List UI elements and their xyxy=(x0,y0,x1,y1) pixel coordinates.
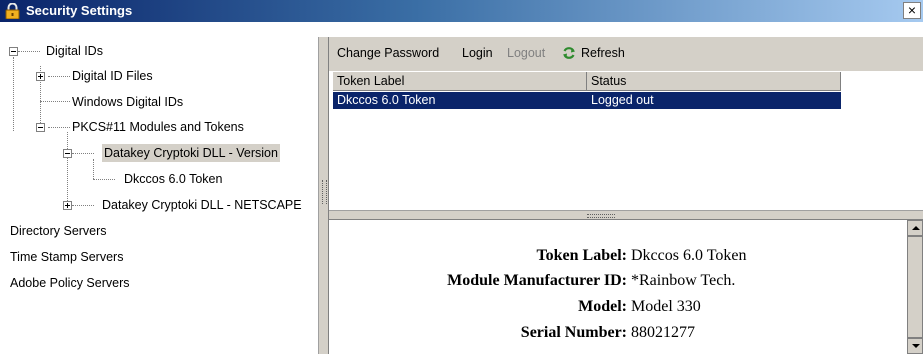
tree-item-datakey-version[interactable]: Datakey Cryptoki DLL - Version xyxy=(102,142,280,164)
collapse-toggle-digital-ids[interactable] xyxy=(9,47,18,56)
tree-item-label: PKCS#11 Modules and Tokens xyxy=(72,120,244,134)
tree-item-dkccos-token[interactable]: Dkccos 6.0 Token xyxy=(124,168,222,190)
column-header-token-label[interactable]: Token Label xyxy=(333,72,587,91)
tree-connector xyxy=(93,159,94,179)
tree-item-label: Time Stamp Servers xyxy=(10,250,124,264)
token-details-panel: Token Label: Dkccos 6.0 Token Module Man… xyxy=(329,220,907,354)
tree-item-windows-digital-ids[interactable]: Windows Digital IDs xyxy=(72,91,183,113)
logout-button[interactable]: Logout xyxy=(507,46,545,60)
security-tree: Digital IDs Digital ID Files Windows Dig… xyxy=(0,37,318,354)
tree-item-adobe-policy-servers[interactable]: Adobe Policy Servers xyxy=(10,272,130,294)
token-toolbar: Change Password Login Logout Refresh xyxy=(329,37,923,71)
tree-item-digital-ids[interactable]: Digital IDs xyxy=(46,40,103,62)
scroll-up-arrow-icon[interactable] xyxy=(907,220,923,236)
tree-item-label: Adobe Policy Servers xyxy=(10,276,130,290)
title-bar[interactable]: Security Settings × xyxy=(0,0,923,22)
login-button[interactable]: Login xyxy=(462,46,493,60)
detail-label: Serial Number: xyxy=(520,324,627,341)
expand-toggle-datakey-netscape[interactable] xyxy=(63,201,72,210)
token-table: Token Label Status Dkccos 6.0 Token Logg… xyxy=(333,72,923,210)
change-password-button[interactable]: Change Password xyxy=(337,46,439,60)
tree-item-label: Datakey Cryptoki DLL - Version xyxy=(102,144,280,162)
tree-connector xyxy=(40,101,70,102)
window-title: Security Settings xyxy=(26,3,133,18)
detail-value: 88021277 xyxy=(631,324,695,341)
tree-item-label: Windows Digital IDs xyxy=(72,95,184,109)
tree-connector xyxy=(48,76,70,77)
tree-item-time-stamp-servers[interactable]: Time Stamp Servers xyxy=(10,246,123,268)
vertical-splitter[interactable] xyxy=(318,37,329,354)
splitter-grip-icon xyxy=(322,180,327,204)
tree-item-datakey-netscape[interactable]: Datakey Cryptoki DLL - NETSCAPE xyxy=(102,194,302,216)
collapse-toggle-datakey-version[interactable] xyxy=(63,149,72,158)
tree-item-label: Directory Servers xyxy=(10,224,107,238)
details-scrollbar[interactable] xyxy=(907,220,923,354)
detail-value: Model 330 xyxy=(631,298,701,315)
tree-connector xyxy=(48,127,70,128)
tree-connector xyxy=(67,132,68,207)
detail-label: Model: xyxy=(578,298,627,315)
detail-label: Token Label: xyxy=(536,247,627,264)
scroll-down-arrow-icon[interactable] xyxy=(907,338,923,354)
splitter-grip-icon xyxy=(587,214,615,218)
detail-value: Dkccos 6.0 Token xyxy=(631,247,747,264)
table-row[interactable]: Dkccos 6.0 Token Logged out xyxy=(333,92,841,109)
padlock-icon xyxy=(5,3,20,19)
tree-item-label: Dkccos 6.0 Token xyxy=(124,172,223,186)
tree-item-label: Datakey Cryptoki DLL - NETSCAPE xyxy=(102,198,302,212)
expand-toggle-digital-id-files[interactable] xyxy=(36,72,45,81)
refresh-icon[interactable] xyxy=(562,46,576,60)
tree-connector xyxy=(72,153,94,154)
tree-item-pkcs11-modules[interactable]: PKCS#11 Modules and Tokens xyxy=(72,116,244,138)
tree-connector xyxy=(93,179,115,180)
scroll-thumb[interactable] xyxy=(907,236,923,338)
tree-item-label: Digital ID Files xyxy=(72,69,153,83)
detail-row: Serial Number: 88021277 xyxy=(329,321,907,345)
security-settings-window: Security Settings × Digital IDs Digital … xyxy=(0,0,923,354)
status-cell: Logged out xyxy=(591,93,654,107)
tree-connector xyxy=(72,205,94,206)
detail-row: Module Manufacturer ID: *Rainbow Tech. xyxy=(329,269,907,293)
tree-item-label: Digital IDs xyxy=(46,44,103,58)
token-label-cell: Dkccos 6.0 Token xyxy=(337,93,436,107)
column-header-status[interactable]: Status xyxy=(587,72,841,91)
detail-row: Model: Model 330 xyxy=(329,295,907,319)
detail-label: Module Manufacturer ID: xyxy=(447,272,627,289)
refresh-button[interactable]: Refresh xyxy=(581,46,625,60)
tree-item-digital-id-files[interactable]: Digital ID Files xyxy=(72,65,153,87)
detail-value: *Rainbow Tech. xyxy=(631,272,736,289)
tree-connector xyxy=(13,57,14,131)
close-button[interactable]: × xyxy=(903,2,921,19)
tree-item-directory-servers[interactable]: Directory Servers xyxy=(10,220,107,242)
collapse-toggle-pkcs11[interactable] xyxy=(36,123,45,132)
detail-row: Token Label: Dkccos 6.0 Token xyxy=(329,244,907,268)
horizontal-splitter[interactable] xyxy=(329,210,923,220)
tree-connector xyxy=(18,51,40,52)
